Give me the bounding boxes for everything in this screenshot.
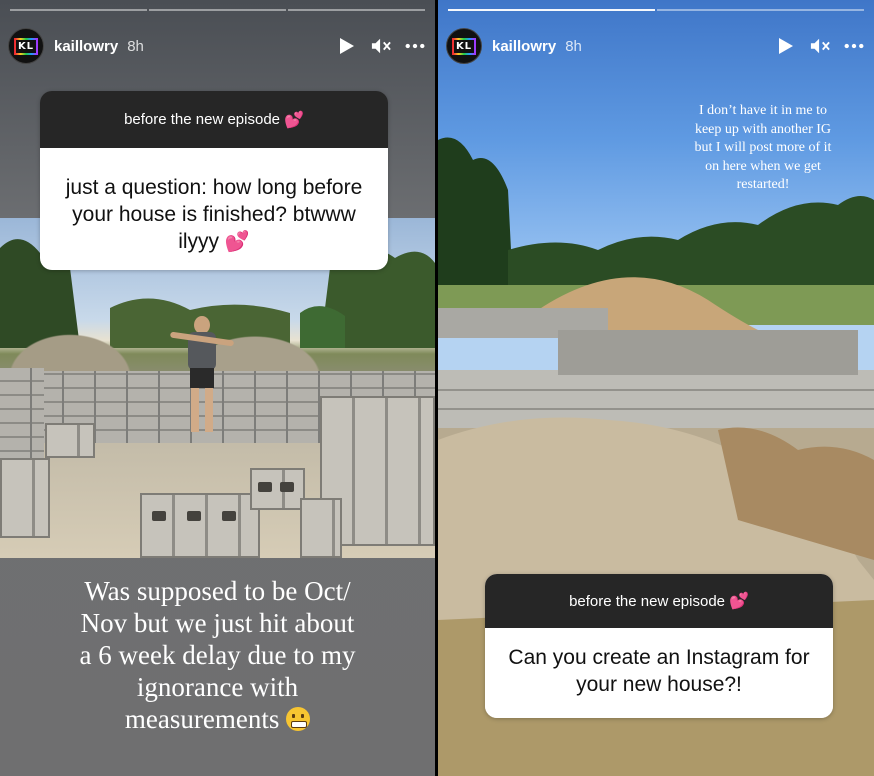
block-stack — [140, 493, 260, 558]
two-hearts-icon: 💕 — [284, 111, 304, 129]
caption-line: ignorance with — [136, 672, 299, 702]
progress-segment — [10, 9, 147, 11]
question-sticker-body: Can you create an Instagram for your new… — [485, 628, 833, 718]
progress-segment — [448, 9, 655, 11]
post-time: 8h — [127, 37, 144, 55]
story-panel-left[interactable]: KL kaillowry 8h before the new episode 💕… — [0, 0, 435, 776]
play-icon[interactable] — [337, 36, 357, 56]
grimacing-face-icon — [286, 707, 311, 731]
block-stack — [0, 458, 50, 538]
username[interactable]: kaillowry — [492, 38, 556, 55]
question-sticker[interactable]: before the new episode 💕 just a question… — [40, 91, 388, 270]
story-progress-bar — [448, 9, 864, 11]
story-controls — [776, 36, 864, 56]
question-sticker[interactable]: before the new episode 💕 Can you create … — [485, 574, 833, 718]
caption-line: measurements — [124, 704, 280, 734]
question-sticker-header: before the new episode 💕 — [40, 91, 388, 148]
avatar[interactable]: KL — [446, 28, 482, 64]
caption-line: Was supposed to be Oct/ — [84, 576, 351, 606]
story-controls — [337, 36, 425, 56]
more-icon[interactable] — [405, 36, 425, 56]
progress-segment — [288, 9, 425, 11]
question-prompt: before the new episode — [124, 111, 281, 128]
block-stack — [45, 423, 95, 458]
question-sticker-header: before the new episode 💕 — [485, 574, 833, 628]
caption-line: restarted! — [736, 177, 790, 192]
progress-segment — [149, 9, 286, 11]
question-prompt: before the new episode — [569, 592, 726, 610]
story-header: KL kaillowry 8h — [8, 28, 425, 64]
story-progress-bar — [10, 9, 425, 11]
question-text: just a question: how long before your ho… — [65, 176, 363, 253]
caption-line: Nov but we just hit about — [80, 608, 355, 638]
more-icon[interactable] — [844, 36, 864, 56]
caption-line-last: measurements — [20, 703, 415, 735]
two-hearts-icon: 💕 — [729, 593, 749, 610]
avatar-initials: KL — [451, 37, 477, 55]
caption-line: a 6 week delay due to my — [79, 640, 356, 670]
block-stack — [250, 468, 305, 510]
play-icon[interactable] — [776, 36, 796, 56]
story-header: KL kaillowry 8h — [446, 28, 864, 64]
story-caption: Was supposed to be Oct/ Nov but we just … — [20, 575, 415, 735]
mute-icon[interactable] — [371, 36, 391, 56]
two-hearts-icon: 💕 — [224, 231, 250, 253]
username[interactable]: kaillowry — [54, 38, 118, 55]
post-time: 8h — [565, 37, 582, 55]
caption-line: keep up with another IG — [694, 121, 832, 137]
caption-line: but I will post more of it — [694, 140, 832, 155]
avatar[interactable]: KL — [8, 28, 44, 64]
caption-line: on here when we get — [705, 158, 821, 174]
caption-line: I don’t have it in me to — [698, 103, 828, 118]
person-figure — [169, 316, 235, 434]
story-caption: I don’t have it in me to keep up with an… — [668, 102, 858, 195]
story-panel-right[interactable]: KL kaillowry 8h I don’t have it in me to… — [438, 0, 874, 776]
avatar-initials: KL — [13, 37, 39, 55]
question-text: Can you create an Instagram for your new… — [508, 646, 810, 696]
progress-segment — [657, 9, 864, 11]
question-sticker-body: just a question: how long before your ho… — [40, 148, 388, 270]
mute-icon[interactable] — [810, 36, 830, 56]
block-stack — [300, 498, 342, 558]
